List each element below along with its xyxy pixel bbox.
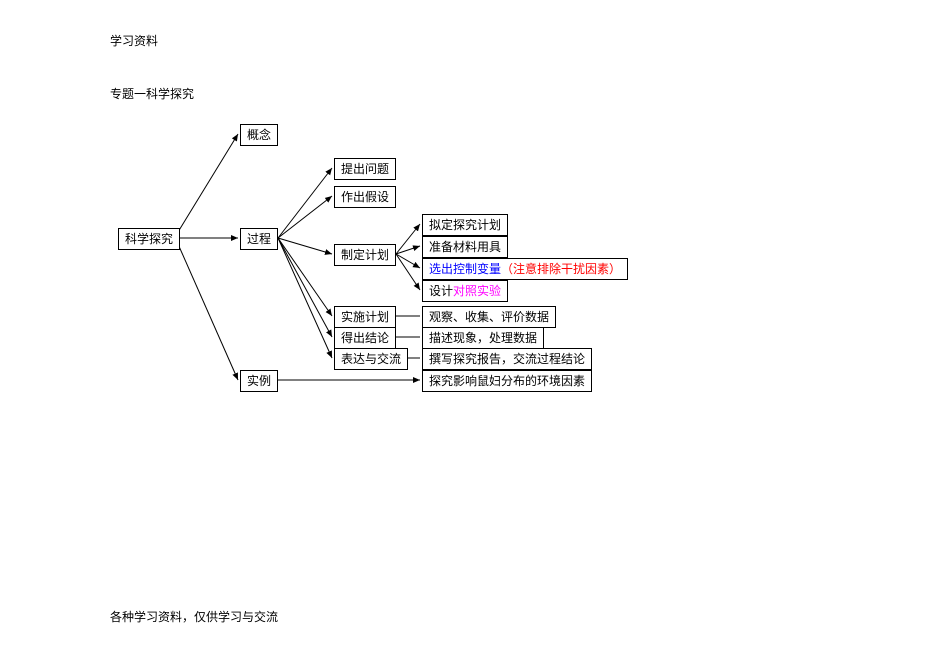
node-process: 过程: [240, 228, 278, 250]
node-concept: 概念: [240, 124, 278, 146]
node-describe-process: 描述现象，处理数据: [422, 327, 544, 349]
design-prefix: 设计: [429, 284, 453, 298]
node-draw-conclusion: 得出结论: [334, 327, 396, 349]
node-design-control-experiment: 设计对照实验: [422, 280, 508, 302]
node-observe-collect: 观察、收集、评价数据: [422, 306, 556, 328]
node-execute-plan: 实施计划: [334, 306, 396, 328]
node-make-plan: 制定计划: [334, 244, 396, 266]
node-root: 科学探究: [118, 228, 180, 250]
node-select-variables: 选出控制变量（注意排除干扰因素）: [422, 258, 628, 280]
node-express-exchange: 表达与交流: [334, 348, 408, 370]
node-prepare-materials: 准备材料用具: [422, 236, 508, 258]
node-make-hypothesis: 作出假设: [334, 186, 396, 208]
select-variables-blue: 选出控制变量: [429, 262, 501, 276]
node-example: 实例: [240, 370, 278, 392]
concept-map-diagram: 科学探究 概念 过程 实例 提出问题 作出假设 制定计划 实施计划 得出结论 表…: [0, 0, 945, 668]
node-example-detail: 探究影响鼠妇分布的环境因素: [422, 370, 592, 392]
node-ask-question: 提出问题: [334, 158, 396, 180]
node-draft-plan: 拟定探究计划: [422, 214, 508, 236]
design-magenta: 对照实验: [453, 284, 501, 298]
node-write-report: 撰写探究报告，交流过程结论: [422, 348, 592, 370]
select-variables-red: （注意排除干扰因素）: [501, 262, 621, 276]
